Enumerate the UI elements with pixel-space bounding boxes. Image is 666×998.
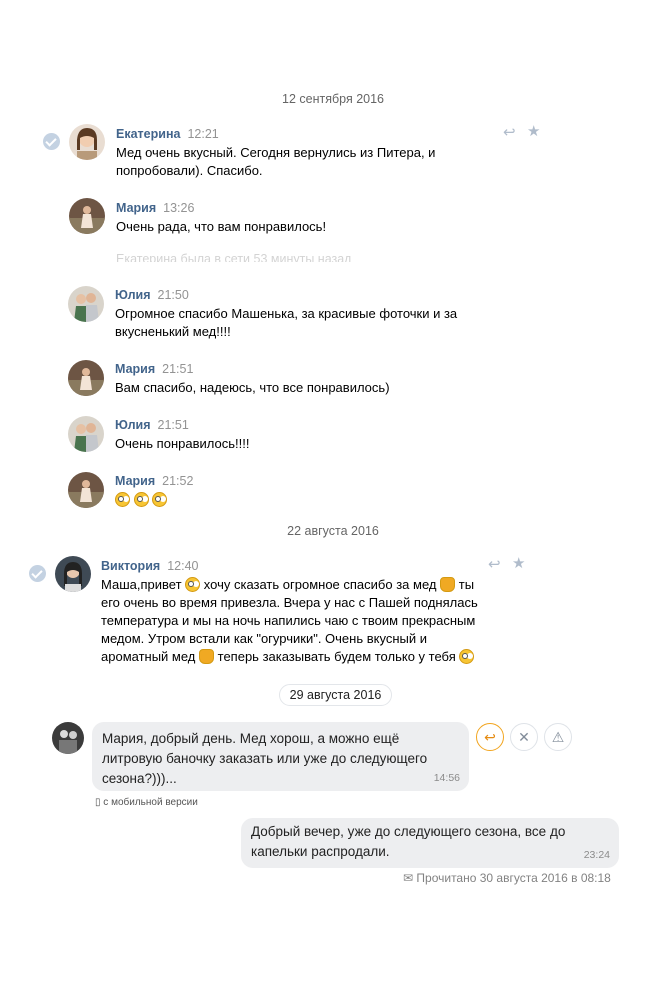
message-text: Огромное спасибо Машенька, за красивые ф…: [115, 306, 458, 339]
message-text: Мед очень вкусный. Сегодня вернулись из …: [116, 145, 436, 178]
honey-pot-emoji-icon: [199, 649, 215, 664]
avatar[interactable]: [69, 124, 105, 160]
check-icon[interactable]: [29, 565, 46, 582]
message: Мария 21:52: [115, 473, 495, 509]
emoji-icon: [115, 492, 130, 507]
star-icon[interactable]: ★: [527, 124, 540, 139]
avatar[interactable]: [69, 198, 105, 234]
outgoing-message-bubble[interactable]: Добрый вечер, уже до следующего сезона, …: [241, 818, 619, 868]
message-time: 23:24: [583, 849, 610, 861]
reply-icon: ↩: [484, 729, 496, 745]
message-time[interactable]: 21:52: [162, 474, 193, 488]
message-time[interactable]: 12:21: [187, 127, 218, 141]
envelope-icon: ✉: [403, 871, 414, 885]
avatar[interactable]: [55, 556, 91, 592]
message-text: Очень рада, что вам понравилось!: [116, 219, 327, 234]
message-text: Добрый вечер, уже до следующего сезона, …: [251, 824, 566, 859]
avatar[interactable]: [68, 360, 104, 396]
author-name[interactable]: Виктория: [101, 559, 160, 573]
message: Екатерина 12:21 Мед очень вкусный. Сегодн…: [116, 126, 496, 180]
message-text: Мария, добрый день. Мед хорош, а можно е…: [102, 731, 428, 786]
reply-icon[interactable]: ↩: [503, 125, 516, 140]
emoji-icon: [459, 649, 475, 664]
reply-button[interactable]: ↩: [476, 723, 504, 751]
message: Виктория 12:40 Маша,привет хочу сказать о…: [101, 558, 491, 666]
date-separator: 12 сентября 2016: [282, 92, 384, 106]
close-icon: ✕: [518, 729, 530, 745]
avatar[interactable]: [52, 722, 84, 754]
honey-pot-emoji-icon: [440, 577, 456, 592]
message-time[interactable]: 13:26: [163, 201, 194, 215]
avatar[interactable]: [68, 416, 104, 452]
online-status: Екатерина была в сети 53 минуты назад: [116, 252, 352, 262]
delete-button[interactable]: ✕: [510, 723, 538, 751]
message: Юлия 21:51 Очень понравилось!!!!: [115, 417, 495, 453]
emoji-icon: [152, 492, 168, 507]
message-text: Очень понравилось!!!!: [115, 436, 250, 451]
message: Юлия 21:50 Огромное спасибо Машенька, за …: [115, 287, 495, 341]
check-icon[interactable]: [43, 133, 60, 150]
author-name[interactable]: Мария: [116, 201, 156, 215]
message-text: Вам спасибо, надеюсь, что все понравилос…: [115, 380, 390, 395]
message-text: Маша,привет хочу сказать огромное спасиб…: [101, 577, 478, 664]
emoji-icon: [133, 492, 149, 507]
warning-icon: ⚠: [551, 729, 565, 745]
message-time[interactable]: 12:40: [167, 559, 198, 573]
reply-icon[interactable]: ↩: [488, 557, 501, 572]
author-name[interactable]: Екатерина: [116, 127, 180, 141]
message-text: [115, 491, 495, 509]
emoji-icon: [185, 577, 201, 592]
date-separator-pill: 29 августа 2016: [279, 684, 392, 706]
message-time: 14:56: [433, 772, 460, 784]
author-name[interactable]: Юлия: [115, 288, 151, 302]
phone-icon: ▯: [95, 797, 101, 808]
avatar[interactable]: [68, 472, 104, 508]
mobile-version-note: ▯ с мобильной версии: [95, 797, 198, 808]
avatar[interactable]: [68, 286, 104, 322]
message-time[interactable]: 21:51: [158, 418, 189, 432]
message-time[interactable]: 21:50: [158, 288, 189, 302]
incoming-message-bubble[interactable]: Мария, добрый день. Мед хорош, а можно е…: [92, 722, 469, 791]
star-icon[interactable]: ★: [512, 556, 525, 571]
date-separator: 22 августа 2016: [287, 524, 379, 538]
message: Мария 13:26 Очень рада, что вам понравило…: [116, 200, 496, 236]
message-time[interactable]: 21:51: [162, 362, 193, 376]
author-name[interactable]: Мария: [115, 362, 155, 376]
message: Мария 21:51 Вам спасибо, надеюсь, что все…: [115, 361, 495, 397]
author-name[interactable]: Мария: [115, 474, 155, 488]
author-name[interactable]: Юлия: [115, 418, 151, 432]
read-status: ✉ Прочитано 30 августа 2016 в 08:18: [403, 871, 611, 885]
report-button[interactable]: ⚠: [544, 723, 572, 751]
